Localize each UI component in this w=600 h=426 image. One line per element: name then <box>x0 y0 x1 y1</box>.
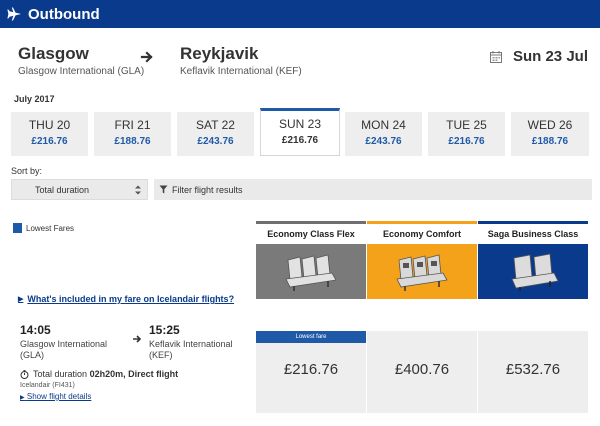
day-name: MON 24 <box>361 118 406 132</box>
whats-included-text: What's included in my fare on Icelandair… <box>27 294 235 304</box>
filter-label: Filter flight results <box>172 184 243 195</box>
day-tab-tue-25[interactable]: TUE 25 £216.76 <box>428 112 505 156</box>
fare-option-economy-flex[interactable]: Lowest fare £216.76 <box>256 331 366 413</box>
fare-class-economy-flex: Economy Class Flex <box>256 221 366 299</box>
day-price: £188.76 <box>531 136 569 147</box>
day-name: TUE 25 <box>446 118 487 132</box>
sort-select[interactable]: Total duration <box>11 179 148 200</box>
travel-date: Sun 23 Jul <box>489 48 588 65</box>
day-tab-fri-21[interactable]: FRI 21 £188.76 <box>94 112 171 156</box>
day-name: WED 26 <box>527 118 573 132</box>
day-tab-wed-26[interactable]: WED 26 £188.76 <box>511 112 589 156</box>
stopwatch-icon <box>20 369 29 379</box>
arrow-right-icon <box>140 50 154 64</box>
seats-icon <box>285 253 337 291</box>
legend-label: Lowest Fares <box>26 223 75 233</box>
caret-right-icon: ▶ <box>20 395 25 401</box>
arrow-right-icon <box>132 331 142 343</box>
day-tab-mon-24[interactable]: MON 24 £243.76 <box>345 112 422 156</box>
destination-city: Reykjavik <box>180 44 259 63</box>
filter-icon <box>159 185 168 194</box>
day-price: £243.76 <box>197 136 234 147</box>
day-selector: THU 20 £216.76 FRI 21 £188.76 SAT 22 £24… <box>11 108 595 156</box>
header-title: Outbound <box>28 5 100 23</box>
duration-value: 02h20m <box>89 369 124 379</box>
travel-date-label: Sun 23 Jul <box>512 48 588 65</box>
fare-option-saga-business[interactable]: £532.76 <box>478 331 588 413</box>
seats-icon <box>396 253 448 291</box>
day-tab-thu-20[interactable]: THU 20 £216.76 <box>11 112 88 156</box>
caret-right-icon: ▶ <box>18 296 24 303</box>
duration-prefix: Total duration <box>33 369 88 379</box>
origin-airport: Glasgow International (GLA) <box>18 66 145 77</box>
show-flight-details-link[interactable]: ▶ Show flight details <box>20 392 91 401</box>
seats-icon <box>511 253 559 291</box>
arrive-time: 15:25 <box>149 323 180 337</box>
destination-airport: Keflavik International (KEF) <box>180 66 302 77</box>
flight-duration: Total duration 02h20m, Direct flight <box>20 369 178 379</box>
depart-airport-code: (GLA) <box>20 350 45 360</box>
lowest-fare-badge: Lowest fare <box>256 331 366 343</box>
day-price: £188.76 <box>114 136 151 147</box>
calendar-icon <box>489 50 503 64</box>
day-name: THU 20 <box>28 118 71 132</box>
lowest-fares-legend: Lowest Fares <box>13 223 74 233</box>
day-tab-sun-23-selected[interactable]: SUN 23 £216.76 <box>260 108 340 156</box>
seat-image <box>256 244 366 299</box>
airline-flight-number: Icelandair (FI431) <box>20 382 75 389</box>
day-name: SUN 23 <box>278 117 322 131</box>
legend-swatch <box>13 223 22 233</box>
flight-info: 14:05 Glasgow International (GLA) 15:25 … <box>18 323 246 403</box>
day-price: £216.76 <box>281 135 319 146</box>
month-label: July 2017 <box>14 94 55 104</box>
seat-image <box>367 244 477 299</box>
destination: Reykjavik Keflavik International (KEF) <box>180 44 302 77</box>
duration-suffix: , Direct flight <box>123 369 179 379</box>
depart-airport-name: Glasgow International <box>20 339 108 349</box>
arrive-airport: Keflavik International (KEF) <box>149 339 233 361</box>
whats-included-link[interactable]: ▶ What's included in my fare on Icelanda… <box>18 294 234 304</box>
fare-class-saga-business: Saga Business Class <box>478 221 588 299</box>
filter-button[interactable]: Filter flight results <box>154 179 592 200</box>
fare-class-name: Saga Business Class <box>478 224 588 244</box>
day-price: £216.76 <box>448 136 485 147</box>
fare-class-economy-comfort: Economy Comfort <box>367 221 477 299</box>
sort-label: Sort by: <box>11 166 43 176</box>
fare-price: £532.76 <box>505 361 561 378</box>
fare-price: £216.76 <box>283 361 339 378</box>
depart-airport: Glasgow International (GLA) <box>20 339 107 361</box>
day-tab-sat-22[interactable]: SAT 22 £243.76 <box>177 112 254 156</box>
day-price: £216.76 <box>31 136 68 147</box>
plane-icon <box>2 0 26 28</box>
sort-value: Total duration <box>35 184 90 195</box>
day-name: FRI 21 <box>114 118 151 132</box>
show-flight-details-text: Show flight details <box>26 392 92 401</box>
origin-city: Glasgow <box>18 44 89 63</box>
depart-time: 14:05 <box>20 323 51 337</box>
origin: Glasgow Glasgow International (GLA) <box>18 44 144 77</box>
fare-class-name: Economy Comfort <box>367 224 477 244</box>
select-arrows-icon <box>133 183 143 197</box>
route-summary: Glasgow Glasgow International (GLA) Reyk… <box>18 44 588 84</box>
day-price: £243.76 <box>365 136 402 147</box>
arrive-airport-code: (KEF) <box>149 350 173 360</box>
day-name: SAT 22 <box>196 118 235 132</box>
fare-price: £400.76 <box>394 361 450 378</box>
fare-option-economy-comfort[interactable]: £400.76 <box>367 331 477 413</box>
arrive-airport-name: Keflavik International <box>149 339 233 349</box>
fare-class-name: Economy Class Flex <box>256 224 366 244</box>
outbound-header: Outbound <box>0 0 600 28</box>
seat-image <box>478 244 588 299</box>
